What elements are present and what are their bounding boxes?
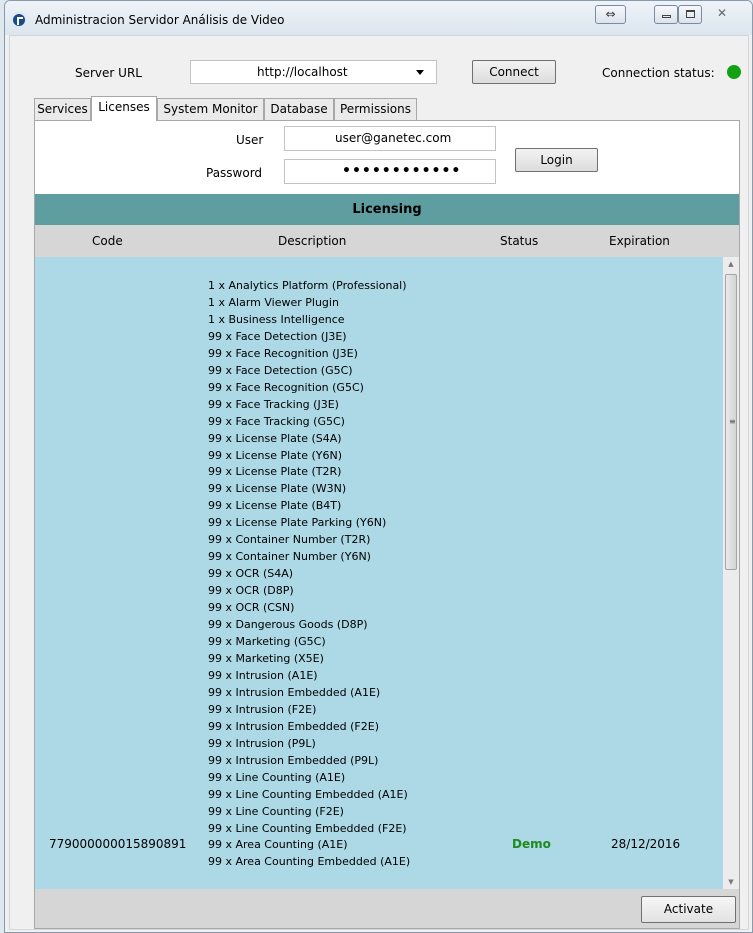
- license-description-line: 99 x Container Number (T2R): [208, 533, 371, 547]
- license-description-line: 99 x OCR (S4A): [208, 567, 294, 581]
- license-description-line: 99 x Dangerous Goods (D8P): [208, 618, 368, 632]
- license-description-line: 99 x Face Recognition (J3E): [208, 346, 358, 360]
- column-header-description[interactable]: Description: [278, 234, 346, 248]
- licensing-column-headers: Code Description Status Expiration: [35, 225, 739, 257]
- password-label: Password: [206, 166, 263, 180]
- license-description-line: 99 x Intrusion (F2E): [208, 702, 317, 716]
- licensing-header: Licensing: [35, 194, 739, 225]
- user-field[interactable]: user@ganetec.com: [284, 126, 496, 151]
- license-description-line: 1 x Business Intelligence: [208, 312, 345, 326]
- license-description-line: 99 x License Plate (T2R): [208, 465, 342, 479]
- scroll-up-arrow-icon[interactable]: ▲: [723, 257, 739, 271]
- license-description-line: 99 x License Plate (B4T): [208, 499, 342, 513]
- license-description-line: 99 x Line Counting Embedded (F2E): [208, 821, 407, 835]
- server-url-value: http://localhost: [257, 65, 348, 79]
- license-description-line: 99 x Intrusion Embedded (P9L): [208, 753, 379, 767]
- license-description-line: 99 x OCR (D8P): [208, 584, 294, 598]
- tab-system-monitor[interactable]: System Monitor: [157, 98, 264, 120]
- license-code: 779000000015890891: [49, 837, 187, 851]
- license-description-list: 1 x Analytics Platform (Professional) 1 x…: [208, 278, 410, 871]
- app-logo-icon: [11, 12, 27, 28]
- column-header-status[interactable]: Status: [500, 234, 538, 248]
- license-description-line: 99 x Face Detection (J3E): [208, 329, 347, 343]
- activate-button[interactable]: Activate: [641, 896, 736, 923]
- license-description-line: 99 x Face Tracking (G5C): [208, 414, 345, 428]
- license-description-line: 99 x License Plate (Y6N): [208, 448, 343, 462]
- license-description-line: 99 x Intrusion (P9L): [208, 736, 316, 750]
- license-description-line: 99 x Line Counting Embedded (A1E): [208, 787, 408, 801]
- column-header-expiration[interactable]: Expiration: [609, 234, 670, 248]
- server-url-label: Server URL: [75, 66, 142, 80]
- license-description-line: 99 x Line Counting (A1E): [208, 770, 346, 784]
- license-description-line: 99 x License Plate (S4A): [208, 431, 342, 445]
- license-description-line: 99 x Intrusion (A1E): [208, 668, 318, 682]
- close-icon: ✕: [716, 6, 728, 20]
- grip-icon: ≡: [729, 417, 736, 426]
- tab-licenses[interactable]: Licenses: [91, 96, 157, 121]
- license-description-line: 1 x Alarm Viewer Plugin: [208, 295, 339, 309]
- license-description-line: 99 x Container Number (Y6N): [208, 550, 371, 564]
- license-description-line: 99 x Intrusion Embedded (F2E): [208, 719, 379, 733]
- scrollbar-thumb[interactable]: ≡: [725, 274, 737, 570]
- connection-status-indicator: [727, 65, 741, 79]
- login-button[interactable]: Login: [515, 148, 598, 172]
- license-description-line: 99 x Face Detection (G5C): [208, 363, 353, 377]
- license-description-line: 99 x Intrusion Embedded (A1E): [208, 685, 381, 699]
- license-description-line: 1 x Analytics Platform (Professional): [208, 279, 407, 292]
- license-description-line: 99 x Line Counting (F2E): [208, 804, 344, 818]
- title-bar[interactable]: Administracion Servidor Análisis de Vide…: [5, 1, 752, 35]
- license-description-line: 99 x License Plate Parking (Y6N): [208, 516, 387, 530]
- licensing-footer: Activate: [35, 889, 739, 928]
- license-description-line: 99 x OCR (CSN): [208, 601, 295, 615]
- minimize-icon: [661, 15, 671, 18]
- license-description-line: 99 x License Plate (W3N): [208, 482, 347, 496]
- maximize-icon: [685, 10, 695, 18]
- app-window: Administracion Servidor Análisis de Vide…: [4, 0, 753, 933]
- server-url-select[interactable]: http://localhost: [190, 60, 437, 84]
- expand-arrows-icon: ⇔: [605, 7, 616, 21]
- column-header-code[interactable]: Code: [92, 234, 123, 248]
- window-title: Administracion Servidor Análisis de Vide…: [35, 13, 285, 27]
- user-label: User: [236, 133, 264, 147]
- maximize-button[interactable]: [678, 5, 702, 24]
- window-controls: [654, 5, 702, 24]
- license-description-line: 99 x Area Counting (A1E): [208, 838, 348, 852]
- license-description-line: 99 x Marketing (X5E): [208, 651, 324, 665]
- connection-status-label: Connection status:: [602, 66, 715, 80]
- license-description-line: 99 x Face Recognition (G5C): [208, 380, 364, 394]
- licensing-grid[interactable]: 1 x Analytics Platform (Professional) 1 x…: [35, 257, 739, 889]
- scroll-down-arrow-icon[interactable]: ▼: [723, 875, 739, 889]
- license-expiration: 28/12/2016: [611, 837, 681, 851]
- password-field[interactable]: ••••••••••••: [284, 159, 496, 184]
- expand-window-button[interactable]: ⇔: [595, 5, 626, 24]
- chevron-down-icon[interactable]: [416, 70, 424, 75]
- connect-button[interactable]: Connect: [472, 60, 556, 84]
- license-description-line: 99 x Face Tracking (J3E): [208, 397, 339, 411]
- license-status: Demo: [512, 837, 551, 851]
- license-description-line: 99 x Marketing (G5C): [208, 635, 326, 649]
- license-description-line: 99 x Area Counting Embedded (A1E): [208, 855, 411, 869]
- tab-services[interactable]: Services: [34, 98, 91, 120]
- tab-permissions[interactable]: Permissions: [334, 98, 417, 120]
- licenses-panel: User user@ganetec.com Password •••••••••…: [34, 120, 740, 929]
- minimize-button[interactable]: [654, 5, 678, 24]
- tab-database[interactable]: Database: [264, 98, 334, 120]
- main-content: Server URL http://localhost Connect Conn…: [9, 35, 749, 930]
- close-button[interactable]: ✕: [702, 5, 742, 24]
- vertical-scrollbar[interactable]: ▲ ≡ ▼: [723, 257, 739, 889]
